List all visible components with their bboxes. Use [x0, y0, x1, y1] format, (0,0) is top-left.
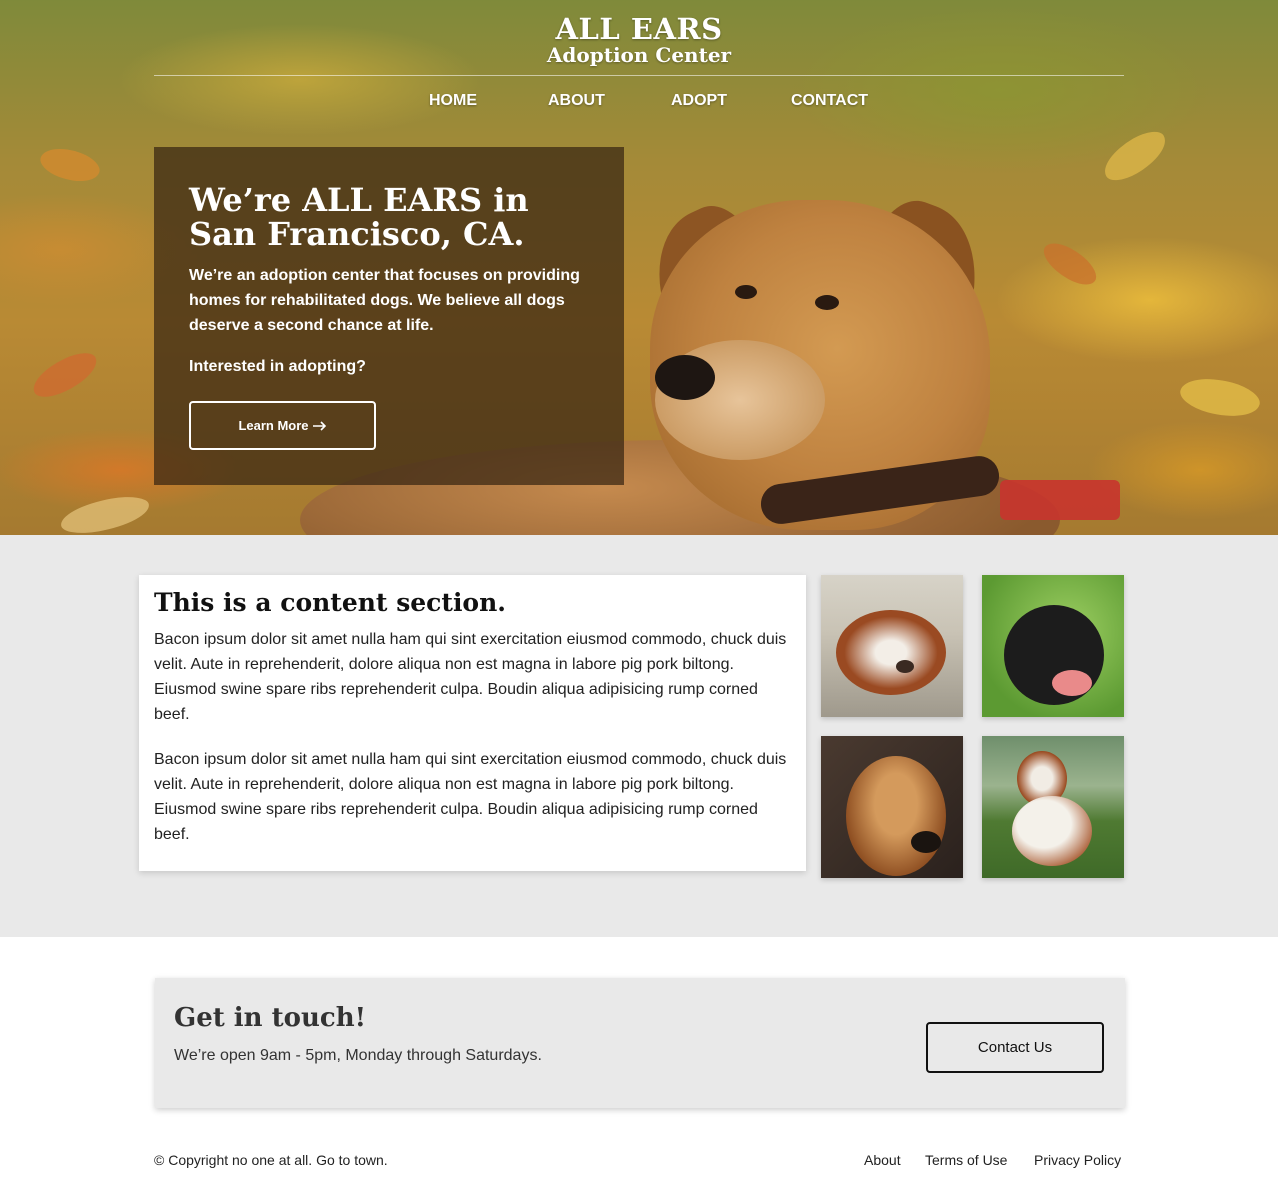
contact-title: Get in touch!	[174, 1003, 367, 1033]
contact-section: Get in touch! We’re open 9am - 5pm, Mond…	[155, 978, 1125, 1108]
dog-photo-beagle[interactable]	[821, 736, 963, 878]
leaf-decoration	[26, 346, 104, 404]
leaf-decoration	[1176, 370, 1264, 425]
dog-photo-australian-shepherd[interactable]	[821, 575, 963, 717]
hero-intro-box: We’re ALL EARS in San Francisco, CA. We’…	[154, 147, 624, 485]
hero-question: Interested in adopting?	[189, 358, 366, 375]
dog-photo-black-lab[interactable]	[982, 575, 1124, 717]
learn-more-label: Learn More	[238, 418, 309, 433]
leaf-decoration	[1038, 233, 1102, 295]
dog-photo-sitting-spaniel[interactable]	[982, 736, 1124, 878]
leaf-decoration	[36, 140, 104, 190]
dog-eye	[815, 295, 839, 310]
nav-divider	[154, 75, 1124, 76]
footer-link-terms[interactable]: Terms of Use	[925, 1152, 1007, 1168]
dog-eye	[735, 285, 757, 299]
main-nav: HOME ABOUT ADOPT CONTACT	[0, 92, 1278, 112]
content-title: This is a content section.	[154, 588, 506, 617]
hero-title-line: We’re ALL EARS in	[189, 181, 529, 219]
content-card: This is a content section. Bacon ipsum d…	[139, 575, 806, 871]
brand-title: ALL EARS	[555, 12, 723, 46]
hero-title: We’re ALL EARS in San Francisco, CA.	[189, 183, 589, 251]
nav-about[interactable]: ABOUT	[548, 92, 605, 110]
contact-us-button[interactable]: Contact Us	[926, 1022, 1104, 1073]
hero-title-line: San Francisco, CA.	[189, 215, 525, 253]
nav-home[interactable]: HOME	[429, 92, 477, 110]
footer-link-privacy[interactable]: Privacy Policy	[1034, 1152, 1121, 1168]
footer-copyright: © Copyright no one at all. Go to town.	[154, 1152, 388, 1168]
hero-description: We’re an adoption center that focuses on…	[189, 267, 580, 334]
content-paragraph: Bacon ipsum dolor sit amet nulla ham qui…	[154, 751, 787, 843]
footer-link-about[interactable]: About	[864, 1152, 901, 1168]
leaf-decoration	[58, 492, 152, 535]
leaf-decoration	[1096, 124, 1174, 188]
red-toy	[1000, 480, 1120, 520]
brand-subtitle: Adoption Center	[546, 43, 732, 67]
dog-nose	[655, 355, 715, 400]
learn-more-button[interactable]: Learn More	[189, 401, 376, 450]
hero-section: ALL EARS Adoption Center HOME ABOUT ADOP…	[0, 0, 1278, 535]
nav-contact[interactable]: CONTACT	[791, 92, 868, 110]
site-logo[interactable]: ALL EARS Adoption Center	[0, 14, 1278, 66]
nav-adopt[interactable]: ADOPT	[671, 92, 727, 110]
contact-hours: We’re open 9am - 5pm, Monday through Sat…	[174, 1047, 542, 1064]
arrow-right-icon	[312, 420, 326, 431]
content-section: This is a content section. Bacon ipsum d…	[0, 535, 1278, 937]
content-paragraph: Bacon ipsum dolor sit amet nulla ham qui…	[154, 631, 787, 723]
